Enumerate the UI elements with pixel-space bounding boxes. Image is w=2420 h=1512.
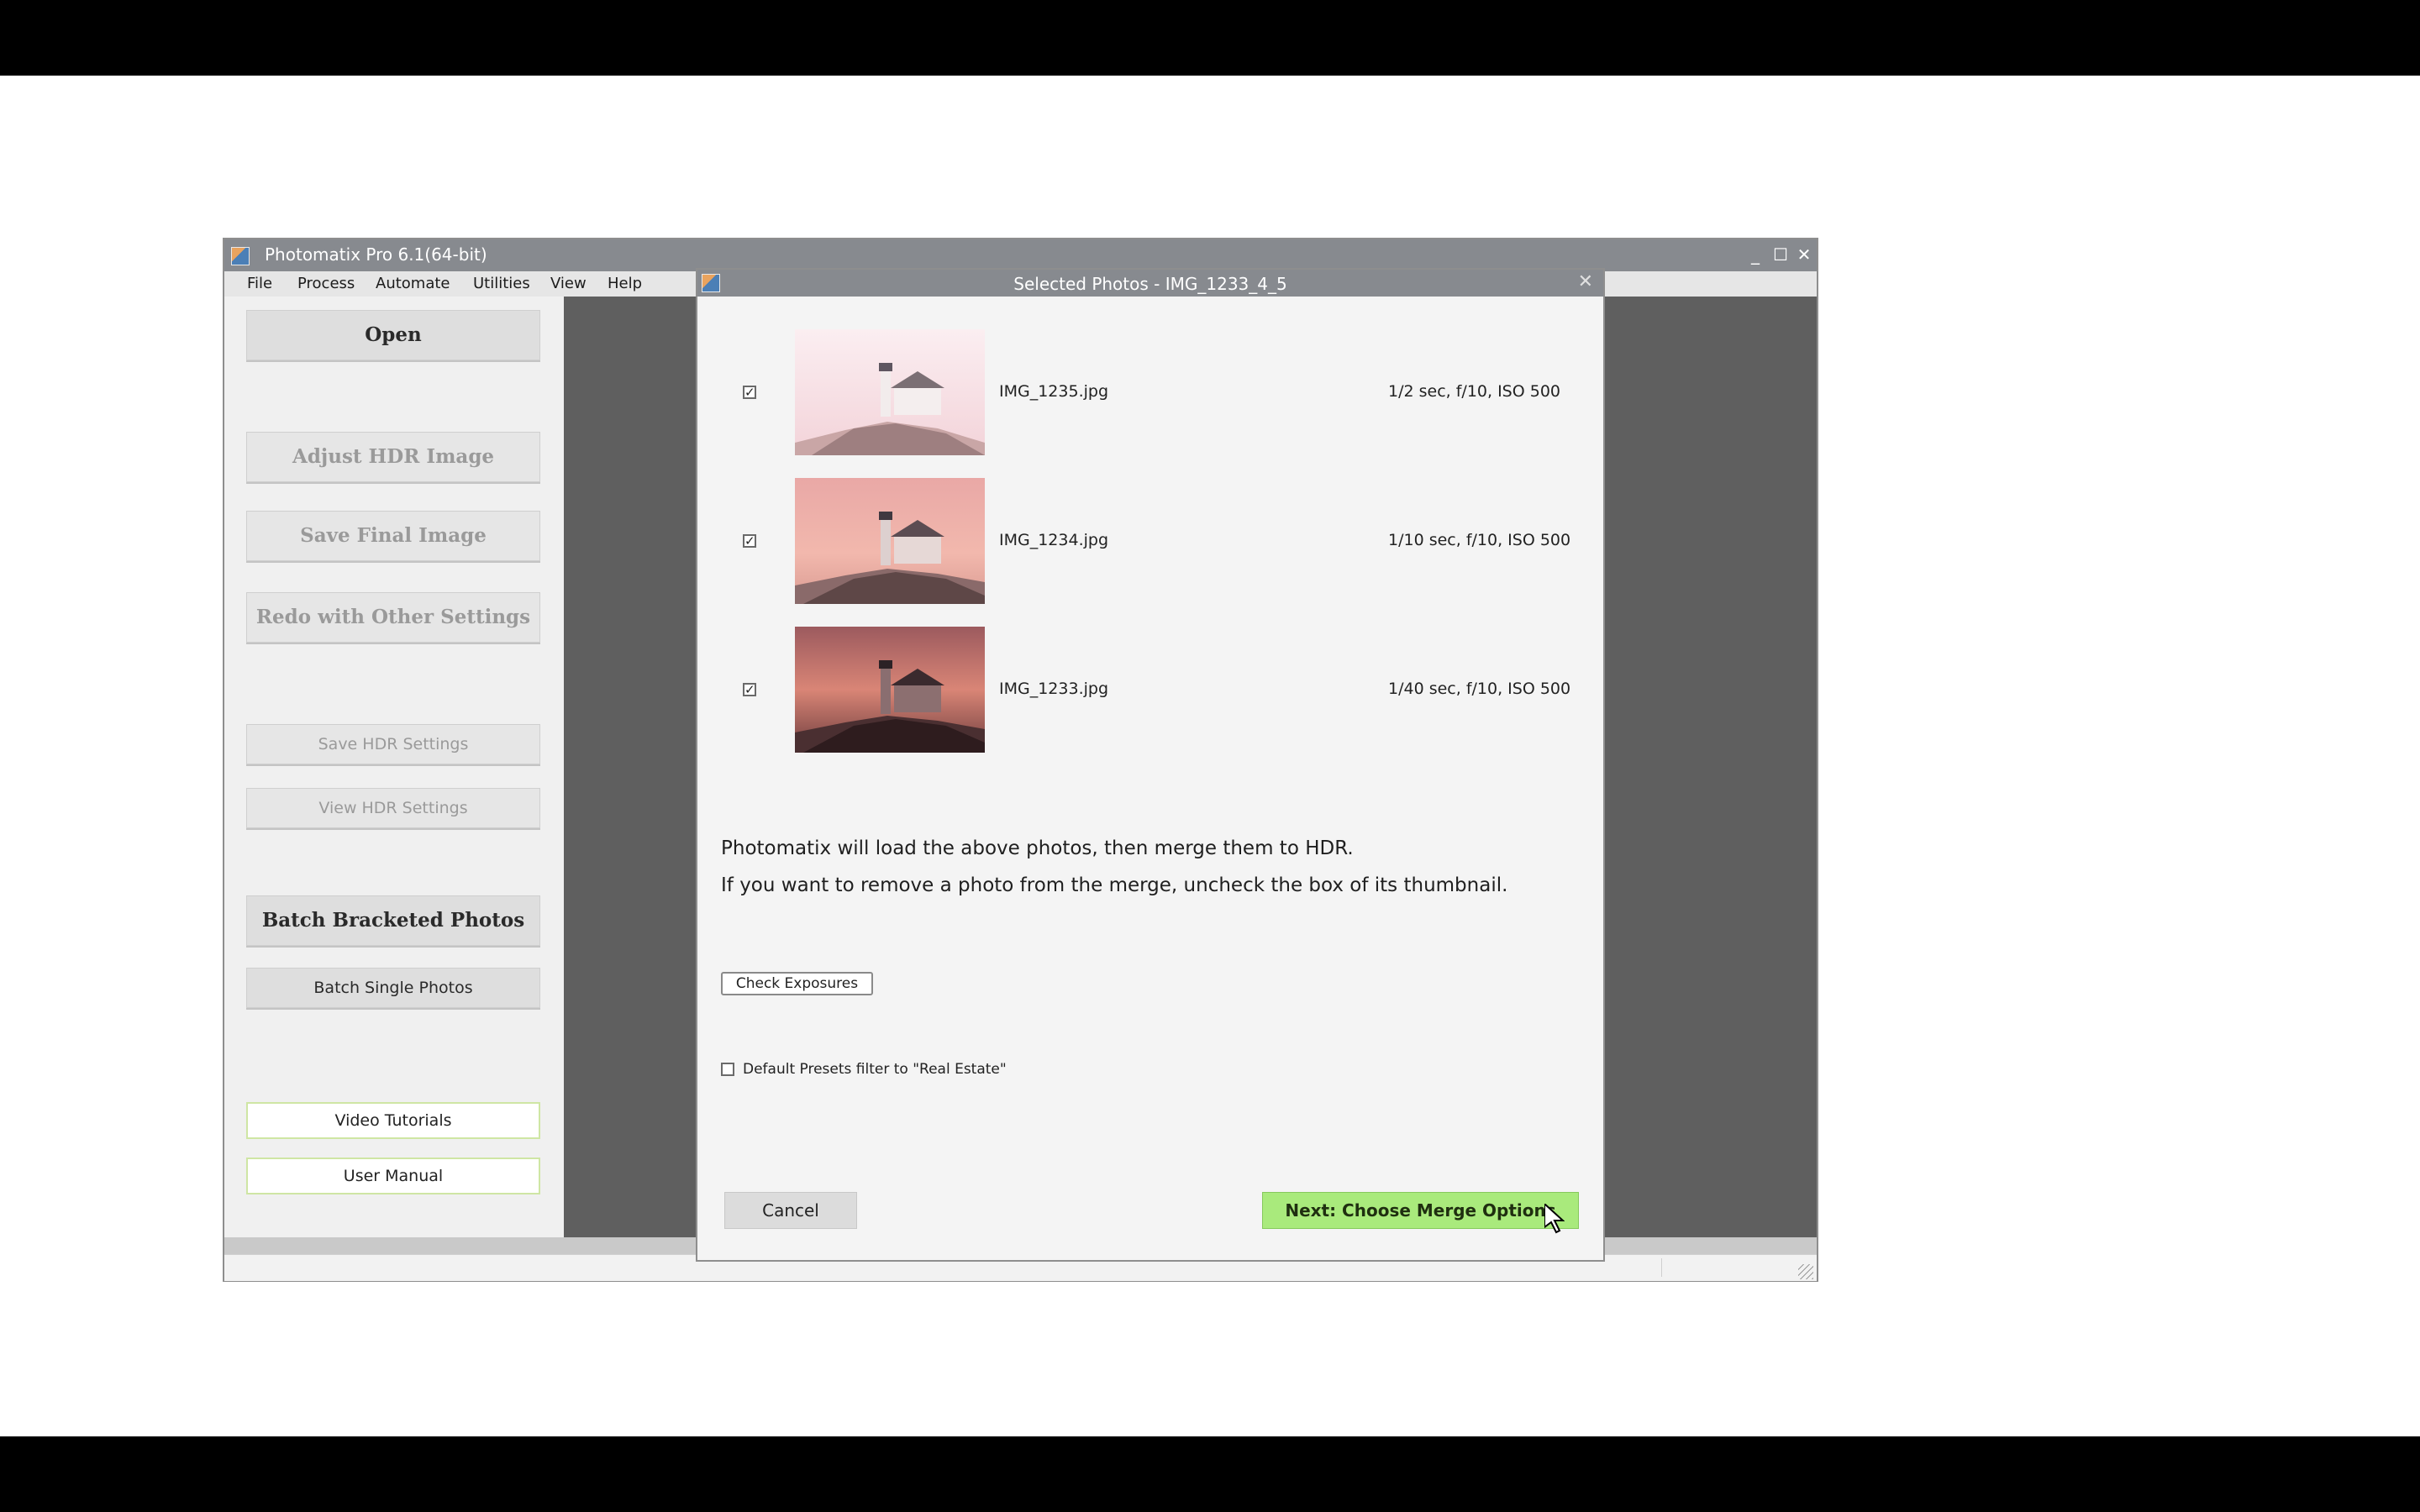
lighthouse-thumbnail-mid <box>795 478 985 604</box>
letterbox-top <box>0 0 2420 76</box>
lighthouse-thumbnail-dark <box>795 627 985 753</box>
resize-grip-icon[interactable] <box>1798 1264 1813 1279</box>
preset-filter-checkbox[interactable] <box>721 1063 734 1076</box>
preset-filter-label: Default Presets filter to "Real Estate" <box>743 1061 1007 1078</box>
photo-filename: IMG_1234.jpg <box>999 531 1109 549</box>
close-icon[interactable]: ✕ <box>1792 241 1816 268</box>
app-logo-icon <box>231 247 250 265</box>
dialog-title: Selected Photos - IMG_1233_4_5 <box>1013 274 1287 294</box>
photo-exif: 1/40 sec, f/10, ISO 500 <box>1388 680 1571 698</box>
menu-view[interactable]: View <box>550 275 587 292</box>
thumbnail-image <box>795 627 985 753</box>
check-exposures-button[interactable]: Check Exposures <box>721 972 873 995</box>
save-final-button[interactable]: Save Final Image <box>246 511 540 561</box>
photo-row: ✓ IMG_1235.jpg 1/2 sec, f/10, ISO 500 <box>697 329 1603 455</box>
cancel-button[interactable]: Cancel <box>724 1192 857 1229</box>
photo-exif: 1/10 sec, f/10, ISO 500 <box>1388 531 1571 549</box>
status-separator <box>1661 1258 1662 1277</box>
app-titlebar: Photomatix Pro 6.1(64-bit) _ ☐ ✕ <box>224 239 1817 271</box>
next-merge-options-button[interactable]: Next: Choose Merge Options <box>1262 1192 1579 1229</box>
photo-checkbox[interactable]: ✓ <box>743 386 756 399</box>
menu-help[interactable]: Help <box>608 275 642 292</box>
batch-bracketed-button[interactable]: Batch Bracketed Photos <box>246 895 540 946</box>
dialog-close-icon[interactable]: ✕ <box>1578 271 1593 292</box>
thumbnail-image <box>795 329 985 455</box>
photo-filename: IMG_1235.jpg <box>999 382 1109 401</box>
photo-checkbox[interactable]: ✓ <box>743 534 756 548</box>
maximize-icon[interactable]: ☐ <box>1769 241 1792 268</box>
save-hdr-settings-button[interactable]: Save HDR Settings <box>246 724 540 764</box>
dialog-titlebar: Selected Photos - IMG_1233_4_5 ✕ <box>697 270 1603 297</box>
letterbox-bottom <box>0 1436 2420 1512</box>
mouse-cursor-icon <box>1544 1204 1565 1234</box>
thumbnail-image <box>795 478 985 604</box>
menu-file[interactable]: File <box>247 275 272 292</box>
selected-photos-dialog: Selected Photos - IMG_1233_4_5 ✕ ✓ IMG_1… <box>696 268 1605 1262</box>
photo-row: ✓ IMG_1233.jpg 1/40 sec, f/10, ISO 500 <box>697 627 1603 753</box>
sidebar: Open Adjust HDR Image Save Final Image R… <box>224 297 564 1237</box>
menubar-right-strip <box>1602 271 1817 295</box>
view-hdr-settings-button[interactable]: View HDR Settings <box>246 788 540 828</box>
app-title: Photomatix Pro 6.1(64-bit) <box>265 244 487 265</box>
batch-single-button[interactable]: Batch Single Photos <box>246 968 540 1008</box>
user-manual-link[interactable]: User Manual <box>246 1158 540 1194</box>
adjust-hdr-button[interactable]: Adjust HDR Image <box>246 432 540 482</box>
photo-checkbox[interactable]: ✓ <box>743 683 756 696</box>
info-text-line1: Photomatix will load the above photos, t… <box>721 837 1354 859</box>
menu-utilities[interactable]: Utilities <box>473 275 530 292</box>
minimize-icon[interactable]: _ <box>1744 241 1767 268</box>
redo-settings-button[interactable]: Redo with Other Settings <box>246 592 540 643</box>
menu-automate[interactable]: Automate <box>376 275 450 292</box>
menu-process[interactable]: Process <box>297 275 355 292</box>
open-button[interactable]: Open <box>246 310 540 360</box>
info-text-line2: If you want to remove a photo from the m… <box>721 874 1508 896</box>
video-tutorials-link[interactable]: Video Tutorials <box>246 1102 540 1139</box>
photo-filename: IMG_1233.jpg <box>999 680 1109 698</box>
photo-exif: 1/2 sec, f/10, ISO 500 <box>1388 382 1561 401</box>
photo-row: ✓ IMG_1234.jpg 1/10 sec, f/10, ISO 500 <box>697 478 1603 604</box>
lighthouse-thumbnail-bright <box>795 329 985 455</box>
